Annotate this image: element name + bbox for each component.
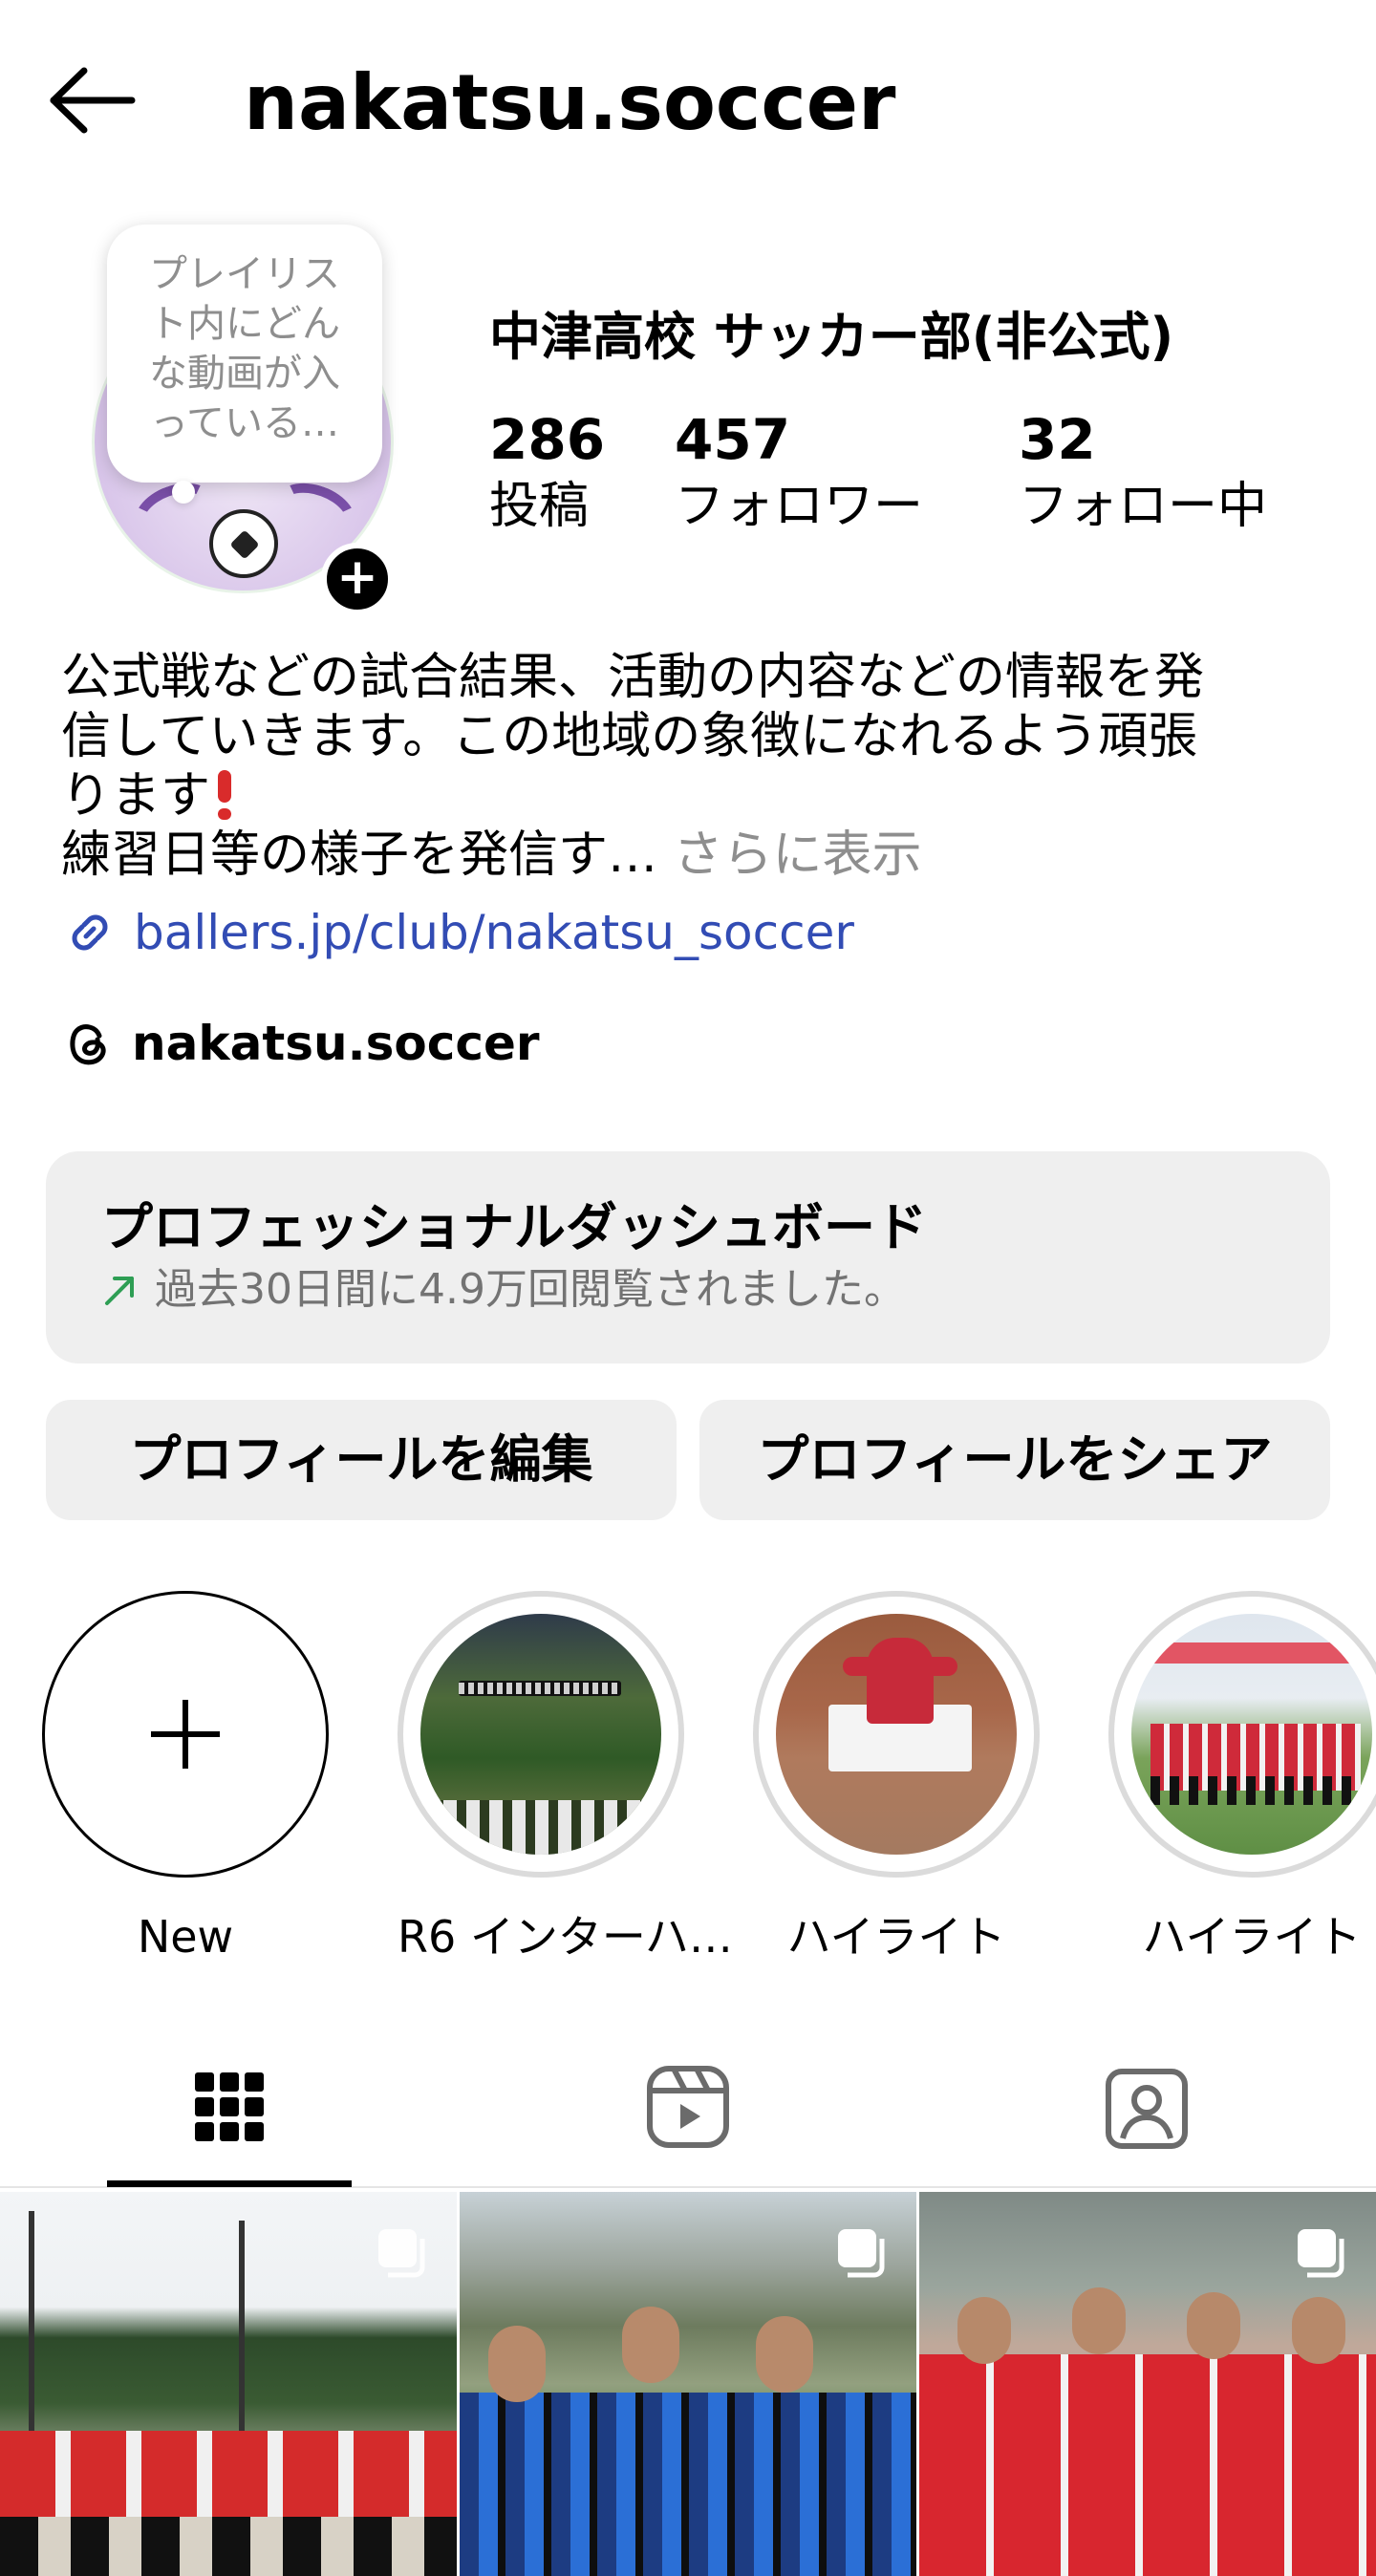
post-grid — [0, 2192, 1376, 2576]
dashboard-subtitle: 過去30日間に4.9万回閲覧されました。 — [155, 1265, 906, 1314]
display-name: 中津高校 サッカー部(非公式) — [489, 307, 1174, 367]
tab-posts[interactable] — [172, 2050, 287, 2164]
threads-handle: nakatsu.soccer — [132, 1016, 540, 1071]
stat-following[interactable]: 32 フォロー中 — [1019, 406, 1267, 540]
exclamation-icon — [218, 770, 232, 820]
threads-link[interactable]: nakatsu.soccer — [61, 1013, 540, 1074]
avatar-area: プレイリスト内にどんな動画が入っている… + — [92, 225, 398, 616]
stat-posts[interactable]: 286 投稿 — [489, 406, 605, 540]
stat-value: 457 — [675, 407, 791, 472]
reels-icon — [647, 2066, 729, 2148]
page-title: nakatsu.soccer — [244, 58, 896, 147]
grid-icon — [195, 2072, 264, 2141]
highlight-cover — [776, 1614, 1017, 1855]
highlight-label: New — [137, 1911, 234, 1963]
carousel-icon — [838, 2229, 885, 2278]
highlight-ring — [398, 1591, 684, 1878]
bio-line: 信していきます。この地域の象徴になれるよう頑張 — [61, 708, 1198, 765]
active-tab-indicator — [107, 2180, 352, 2187]
highlight-item[interactable]: ハイライト — [753, 1591, 1040, 1965]
threads-icon — [70, 1024, 106, 1065]
note-text: プレイリスト内にどんな動画が入っている… — [149, 252, 340, 445]
tagged-icon — [1106, 2069, 1188, 2149]
highlight-ring — [753, 1591, 1040, 1878]
post-thumbnail[interactable] — [0, 2192, 457, 2576]
highlight-cover — [420, 1614, 661, 1855]
highlight-item[interactable]: ハイライト — [1108, 1591, 1376, 1965]
dashboard-title: プロフェッショナルダッシュボード — [101, 1197, 927, 1257]
note-bubble[interactable]: プレイリスト内にどんな動画が入っている… — [107, 225, 382, 483]
trend-up-icon — [105, 1277, 134, 1305]
share-profile-button[interactable]: プロフィールをシェア — [699, 1400, 1330, 1520]
stat-value: 286 — [489, 407, 606, 472]
tab-reels[interactable] — [631, 2050, 745, 2164]
post-thumbnail[interactable] — [919, 2192, 1376, 2576]
highlight-new-ring — [42, 1591, 329, 1878]
highlight-item[interactable]: R6 インターハ… — [398, 1591, 733, 1965]
bio-line-text: 練習日等の様子を発信す… — [61, 826, 658, 884]
carousel-icon — [1298, 2229, 1344, 2278]
stat-label: 投稿 — [489, 478, 590, 535]
carousel-icon — [378, 2229, 425, 2278]
post-thumbnail[interactable] — [460, 2192, 916, 2576]
plus-icon — [151, 1700, 220, 1769]
add-story-icon[interactable]: + — [321, 543, 394, 615]
link-text: ballers.jp/club/nakatsu_soccer — [134, 905, 854, 960]
note-bubble-tail — [172, 481, 195, 504]
bio-line: 公式戦などの試合結果、活動の内容などの情報を発 — [61, 649, 1205, 706]
link-icon — [72, 914, 108, 951]
tab-tagged[interactable] — [1089, 2050, 1204, 2164]
highlight-label: ハイライト — [786, 1911, 1006, 1963]
bio-line: ります — [61, 766, 1322, 826]
highlight-new[interactable]: New — [42, 1591, 329, 1965]
profile-tabs — [0, 2026, 1376, 2188]
stat-value: 32 — [1019, 407, 1096, 472]
bio-line-text: ります — [61, 767, 211, 825]
stat-label: フォロー中 — [1019, 478, 1268, 535]
stat-label: フォロワー — [675, 478, 924, 535]
show-more-link[interactable]: さらに表示 — [657, 826, 922, 884]
profile-header: nakatsu.soccer — [0, 0, 1376, 205]
bio-line: 練習日等の様子を発信す… さらに表示 — [61, 826, 1322, 885]
highlight-ring — [1108, 1591, 1376, 1878]
highlight-cover — [1131, 1614, 1372, 1855]
professional-dashboard[interactable]: プロフェッショナルダッシュボード 過去30日間に4.9万回閲覧されました。 — [46, 1151, 1330, 1363]
soccer-ball-icon — [209, 509, 278, 578]
back-arrow-icon[interactable] — [48, 67, 136, 134]
dashboard-subtitle-row: 過去30日間に4.9万回閲覧されました。 — [101, 1261, 1275, 1319]
profile-link[interactable]: ballers.jp/club/nakatsu_soccer — [61, 902, 854, 963]
highlight-label: R6 インターハ… — [398, 1911, 733, 1963]
stat-followers[interactable]: 457 フォロワー — [675, 406, 923, 540]
edit-profile-button[interactable]: プロフィールを編集 — [46, 1400, 677, 1520]
highlight-label: ハイライト — [1142, 1911, 1362, 1963]
bio: 公式戦などの試合結果、活動の内容などの情報を発 信していきます。この地域の象徴に… — [61, 648, 1322, 885]
